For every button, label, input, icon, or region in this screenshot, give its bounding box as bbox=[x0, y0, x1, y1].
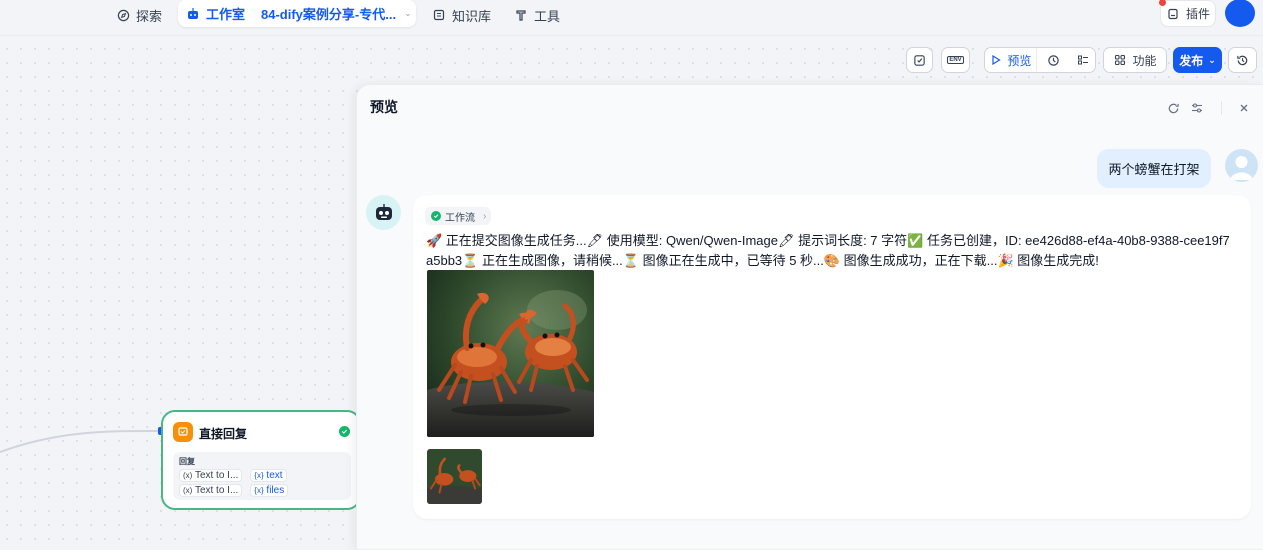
explore-icon bbox=[116, 8, 130, 22]
plugin-icon bbox=[1166, 7, 1180, 21]
node-var-source-text: Text to I... bbox=[194, 470, 239, 481]
settings-icon[interactable] bbox=[1190, 101, 1204, 115]
features-label: 功能 bbox=[1132, 53, 1157, 68]
nav-tools-label: 工具 bbox=[534, 8, 561, 24]
nav-tools[interactable]: 工具 bbox=[514, 4, 560, 26]
tools-icon bbox=[514, 8, 528, 22]
close-icon[interactable] bbox=[1237, 101, 1251, 115]
variable-icon: (x) bbox=[183, 486, 193, 495]
node-box-label: 回复 bbox=[179, 457, 195, 466]
node-var-name: {x} text bbox=[250, 469, 287, 482]
preview-label: 预览 bbox=[1007, 53, 1032, 68]
nav-studio[interactable]: 工作室 84-dify案例分享-专代... ⌄ bbox=[178, 0, 416, 27]
checklist-button[interactable] bbox=[906, 47, 933, 73]
node-var-name-text: text bbox=[266, 470, 283, 481]
node-reply-box: 回复 (x) Text to I... {x} text (x) Text to… bbox=[173, 452, 351, 500]
variables-button[interactable] bbox=[1071, 48, 1095, 72]
answer-icon bbox=[173, 422, 193, 442]
variables-icon bbox=[1076, 53, 1090, 67]
bot-avatar bbox=[366, 195, 401, 230]
run-history-button[interactable] bbox=[1042, 48, 1066, 72]
panel-title: 预览 bbox=[370, 99, 398, 115]
robot-icon bbox=[186, 7, 200, 21]
play-icon bbox=[989, 53, 1003, 67]
preview-panel: 预览 两个螃蟹在打架 工作流 › 🚀 正在提交图像生成任务...🖊 使用模型: … bbox=[356, 84, 1263, 550]
user-message: 两个螃蟹在打架 bbox=[1097, 149, 1211, 188]
workflow-process-toggle[interactable]: 工作流 › bbox=[425, 207, 491, 225]
nav-explore-label: 探索 bbox=[136, 8, 163, 24]
node-var-source: (x) Text to I... bbox=[179, 484, 243, 497]
chevron-down-icon[interactable]: ⌄ bbox=[404, 8, 412, 19]
top-navigation-bar: 探索 工作室 84-dify案例分享-专代... ⌄ 知识库 工具 插件 bbox=[0, 0, 1263, 36]
answer-node[interactable]: 直接回复 回复 (x) Text to I... {x} text (x) Te… bbox=[161, 410, 361, 510]
history-icon bbox=[1236, 53, 1250, 67]
run-button-group: 预览 bbox=[984, 47, 1096, 73]
app-name[interactable]: 84-dify案例分享-专代... bbox=[261, 4, 396, 23]
nav-knowledge[interactable]: 知识库 bbox=[432, 4, 491, 26]
chevron-down-icon: ⌄ bbox=[1208, 54, 1216, 65]
node-var-row: (x) Text to I... {x} files bbox=[179, 484, 345, 497]
variable-icon: (x) bbox=[183, 471, 193, 480]
features-icon bbox=[1113, 53, 1127, 67]
node-var-row: (x) Text to I... {x} text bbox=[179, 469, 345, 482]
chevron-right-icon: › bbox=[483, 210, 487, 222]
nav-explore[interactable]: 探索 bbox=[116, 4, 162, 26]
features-button[interactable]: 功能 bbox=[1103, 47, 1167, 73]
variable-icon: {x} bbox=[254, 471, 264, 480]
user-avatar-menu[interactable] bbox=[1225, 0, 1255, 27]
node-var-source-text: Text to I... bbox=[194, 485, 239, 496]
refresh-icon[interactable] bbox=[1166, 101, 1180, 115]
node-var-source: (x) Text to I... bbox=[179, 469, 243, 482]
generated-image[interactable] bbox=[427, 270, 594, 437]
publish-button[interactable]: 发布 ⌄ bbox=[1173, 47, 1222, 73]
checklist-icon bbox=[913, 53, 927, 67]
workflow-chip-label: 工作流 bbox=[445, 212, 475, 224]
env-button[interactable]: ENV bbox=[941, 47, 970, 73]
variable-icon: {x} bbox=[254, 486, 264, 495]
plugins-button[interactable]: 插件 bbox=[1160, 0, 1216, 27]
workflow-edge bbox=[0, 429, 163, 453]
nav-knowledge-label: 知识库 bbox=[452, 8, 492, 24]
publish-label: 发布 bbox=[1179, 53, 1204, 68]
run-history-icon bbox=[1047, 53, 1061, 67]
user-avatar bbox=[1225, 149, 1258, 182]
version-history-button[interactable] bbox=[1228, 47, 1257, 73]
bot-answer: 工作流 › 🚀 正在提交图像生成任务...🖊 使用模型: Qwen/Qwen-I… bbox=[413, 195, 1251, 519]
knowledge-icon bbox=[432, 8, 446, 22]
header-divider bbox=[1221, 101, 1222, 115]
env-icon: ENV bbox=[947, 56, 964, 64]
node-var-name: {x} files bbox=[250, 484, 289, 497]
preview-button[interactable]: 预览 bbox=[985, 48, 1037, 72]
node-var-name-text: files bbox=[266, 485, 285, 496]
success-check-icon bbox=[339, 426, 350, 437]
generated-image-thumbnail[interactable] bbox=[427, 449, 482, 504]
nav-studio-label: 工作室 bbox=[206, 7, 246, 22]
user-message-text: 两个螃蟹在打架 bbox=[1108, 162, 1200, 177]
success-check-icon bbox=[431, 211, 441, 221]
plugins-label: 插件 bbox=[1185, 7, 1210, 21]
node-title: 直接回复 bbox=[199, 427, 248, 441]
answer-text: 🚀 正在提交图像生成任务...🖊 使用模型: Qwen/Qwen-Image🖊 … bbox=[426, 233, 1230, 268]
